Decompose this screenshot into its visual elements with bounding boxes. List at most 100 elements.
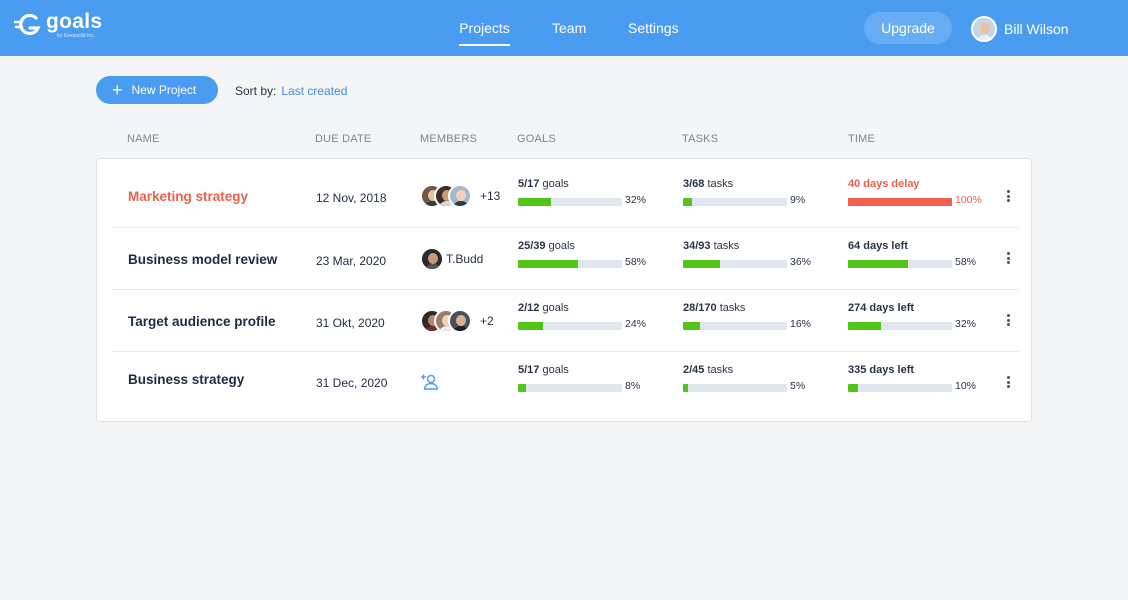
goals-percent: 24% xyxy=(625,318,647,330)
tasks-percent: 9% xyxy=(790,194,806,206)
project-name[interactable]: Marketing strategy xyxy=(128,189,248,204)
projects-table: Marketing strategy 12 Nov, 2018 +13 5/17… xyxy=(96,158,1032,422)
project-row[interactable]: Business strategy 31 Dec, 2020 5/17 goal… xyxy=(111,352,1019,414)
tasks-bar-fill xyxy=(683,198,693,206)
nav-team[interactable]: Team xyxy=(552,20,586,46)
due-date: 31 Dec, 2020 xyxy=(316,376,388,390)
member-avatars[interactable] xyxy=(420,373,438,391)
time-bar-fill xyxy=(848,384,859,392)
avatar xyxy=(448,184,472,208)
project-name[interactable]: Business strategy xyxy=(128,372,244,387)
members-more-count: +13 xyxy=(480,189,501,203)
tasks-percent: 16% xyxy=(790,318,812,330)
new-project-button[interactable]: + New Project xyxy=(96,76,218,104)
tasks-label: 34/93 tasks xyxy=(683,240,740,252)
time-progress: 64 days left 58% xyxy=(848,240,988,268)
goals-bar xyxy=(518,260,622,268)
tasks-bar xyxy=(683,198,787,206)
column-time[interactable]: TIME xyxy=(848,133,875,145)
goals-bar-fill xyxy=(518,260,579,268)
tasks-bar xyxy=(683,384,787,392)
tasks-bar xyxy=(683,322,787,330)
column-members[interactable]: MEMBERS xyxy=(420,133,477,145)
time-progress: 274 days left 32% xyxy=(848,302,988,330)
time-percent: 32% xyxy=(955,318,977,330)
goals-progress: 2/12 goals 24% xyxy=(518,302,658,330)
upgrade-button[interactable]: Upgrade xyxy=(864,12,952,44)
goals-progress: 5/17 goals 32% xyxy=(518,178,658,206)
column-name[interactable]: NAME xyxy=(127,133,160,145)
tasks-progress: 34/93 tasks 36% xyxy=(683,240,823,268)
tasks-percent: 36% xyxy=(790,256,812,268)
goals-label: 5/17 goals xyxy=(518,178,569,190)
user-avatar xyxy=(971,16,997,42)
time-bar xyxy=(848,384,952,392)
nav-projects[interactable]: Projects xyxy=(459,20,510,46)
column-goals[interactable]: GOALS xyxy=(517,133,556,145)
main-nav: Projects Team Settings xyxy=(0,20,1128,46)
time-bar xyxy=(848,260,952,268)
time-progress: 335 days left 10% xyxy=(848,364,988,392)
due-date: 12 Nov, 2018 xyxy=(316,191,387,205)
tasks-label: 2/45 tasks xyxy=(683,364,734,376)
time-label: 40 days delay xyxy=(848,178,920,190)
time-bar xyxy=(848,322,952,330)
goals-label: 2/12 goals xyxy=(518,302,569,314)
time-bar-fill xyxy=(848,260,909,268)
time-percent: 10% xyxy=(955,380,977,392)
time-percent: 58% xyxy=(955,256,977,268)
new-project-label: New Project xyxy=(131,83,197,97)
nav-settings[interactable]: Settings xyxy=(628,20,679,46)
add-member-icon[interactable] xyxy=(420,373,438,391)
project-name[interactable]: Target audience profile xyxy=(128,314,276,329)
time-progress: 40 days delay 100% xyxy=(848,178,988,206)
due-date: 31 Okt, 2020 xyxy=(316,316,385,330)
tasks-bar-fill xyxy=(683,260,721,268)
tasks-progress: 2/45 tasks 5% xyxy=(683,364,823,392)
user-name: Bill Wilson xyxy=(1004,21,1069,37)
member-avatars[interactable]: +2 xyxy=(420,309,494,333)
time-bar-fill xyxy=(848,322,882,330)
member-avatars[interactable]: +13 xyxy=(420,184,500,208)
sort-label: Sort by: xyxy=(235,84,277,98)
goals-bar xyxy=(518,322,622,330)
project-name[interactable]: Business model review xyxy=(128,252,277,267)
column-due-date[interactable]: DUE DATE xyxy=(315,133,371,145)
time-bar-fill xyxy=(848,198,952,206)
sort-dropdown[interactable]: Last created xyxy=(281,84,347,98)
tasks-progress: 28/170 tasks 16% xyxy=(683,302,823,330)
avatar xyxy=(448,309,472,333)
member-name: T.Budd xyxy=(446,252,484,266)
tasks-percent: 5% xyxy=(790,380,806,392)
due-date: 23 Mar, 2020 xyxy=(316,254,387,268)
goals-bar-fill xyxy=(518,198,552,206)
goals-bar xyxy=(518,384,622,392)
goals-bar-fill xyxy=(518,322,543,330)
member-avatars[interactable]: T.Budd xyxy=(420,247,483,271)
tasks-bar-fill xyxy=(683,322,700,330)
goals-label: 25/39 goals xyxy=(518,240,575,252)
project-row[interactable]: Business model review 23 Mar, 2020 T.Bud… xyxy=(111,228,1019,290)
more-options-icon[interactable] xyxy=(1002,250,1014,266)
goals-bar-fill xyxy=(518,384,527,392)
sort-control: Sort by: Last created xyxy=(235,84,347,98)
user-menu[interactable]: Bill Wilson xyxy=(971,16,1069,42)
more-options-icon[interactable] xyxy=(1002,374,1014,390)
more-options-icon[interactable] xyxy=(1002,312,1014,328)
goals-progress: 25/39 goals 58% xyxy=(518,240,658,268)
more-options-icon[interactable] xyxy=(1002,188,1014,204)
tasks-label: 28/170 tasks xyxy=(683,302,746,314)
time-bar xyxy=(848,198,952,206)
project-row[interactable]: Marketing strategy 12 Nov, 2018 +13 5/17… xyxy=(111,166,1019,228)
project-row[interactable]: Target audience profile 31 Okt, 2020 +2 … xyxy=(111,290,1019,352)
goals-percent: 58% xyxy=(625,256,647,268)
avatar xyxy=(420,247,444,271)
goals-progress: 5/17 goals 8% xyxy=(518,364,658,392)
tasks-bar xyxy=(683,260,787,268)
tasks-bar-fill xyxy=(683,384,689,392)
column-tasks[interactable]: TASKS xyxy=(682,133,718,145)
top-bar: goals by Keepsolid Inc. Projects Team Se… xyxy=(0,0,1128,56)
goals-bar xyxy=(518,198,622,206)
members-more-count: +2 xyxy=(480,314,494,328)
time-label: 64 days left xyxy=(848,240,908,252)
